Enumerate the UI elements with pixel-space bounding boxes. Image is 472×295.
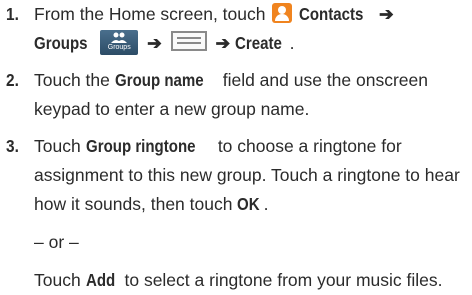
step-text-fragment: to select a ringtone from your music fil… bbox=[124, 270, 443, 290]
group-name-label: Group name bbox=[114, 70, 204, 90]
step-number: 2. bbox=[6, 70, 19, 90]
step-text-fragment: . bbox=[263, 194, 269, 214]
contacts-label: Contacts bbox=[299, 4, 364, 24]
instruction-page: 1. From the Home screen, touch Contacts … bbox=[0, 0, 472, 290]
step-text-fragment: field and use the onscreen bbox=[222, 70, 429, 90]
step-line: how it sounds, then touch OK. bbox=[34, 190, 472, 219]
step-line: Groups Groups ➔ ➔ Create. bbox=[34, 29, 472, 58]
contacts-app-icon bbox=[272, 3, 293, 23]
step-number: 1. bbox=[6, 4, 19, 24]
step-text-fragment: Touch the bbox=[34, 70, 110, 90]
create-label: Create bbox=[235, 33, 282, 53]
step-line: assignment to this new group. Touch a ri… bbox=[34, 165, 460, 185]
step-text: Touch the Group name field and use the o… bbox=[34, 66, 472, 124]
step-text-fragment: Touch bbox=[34, 136, 81, 156]
arrow-icon: ➔ bbox=[147, 33, 162, 53]
groups-icon-label: Groups bbox=[107, 44, 131, 51]
step-text-fragment: Touch bbox=[34, 270, 81, 290]
groups-label: Groups bbox=[34, 33, 88, 53]
groups-tab-icon: Groups bbox=[100, 30, 139, 55]
step-line: keypad to enter a new group name. bbox=[34, 99, 310, 119]
arrow-icon: ➔ bbox=[378, 4, 394, 24]
step-text: From the Home screen, touch Contacts ➔ G… bbox=[34, 0, 472, 58]
arrow-icon: ➔ bbox=[215, 33, 231, 53]
step-text-fragment: . bbox=[289, 33, 295, 53]
menu-icon bbox=[170, 31, 207, 51]
step-number: 3. bbox=[6, 136, 19, 156]
add-label: Add bbox=[85, 270, 115, 290]
step-line: From the Home screen, touch Contacts ➔ bbox=[34, 0, 472, 29]
step-text-fragment: to choose a ringtone for bbox=[217, 136, 402, 156]
step-text-fragment: From the Home screen, touch bbox=[34, 4, 266, 24]
or-separator: – or – bbox=[34, 232, 79, 252]
ok-label: OK bbox=[237, 194, 260, 214]
step-line: Touch Group ringtone to choose a rington… bbox=[34, 132, 472, 161]
group-ringtone-label: Group ringtone bbox=[85, 136, 196, 156]
step-text-fragment: how it sounds, then touch bbox=[34, 194, 233, 214]
step-line: Touch the Group name field and use the o… bbox=[34, 66, 472, 95]
step-line: Touch Add to select a ringtone from your… bbox=[34, 266, 472, 295]
step-text: Touch Group ringtone to choose a rington… bbox=[34, 132, 472, 295]
